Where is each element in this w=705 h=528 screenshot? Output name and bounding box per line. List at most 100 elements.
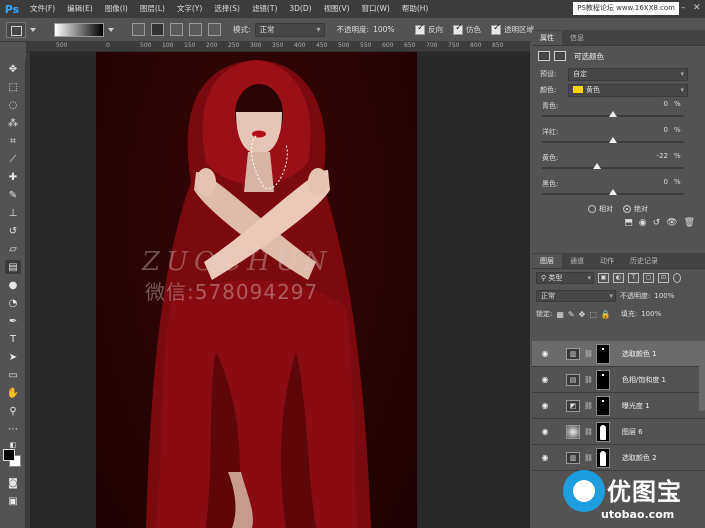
layer-mask-thumbnail[interactable] [595, 447, 610, 468]
pixel-filter-icon[interactable]: ▣ [598, 273, 609, 283]
crop-tool-icon[interactable]: ⌗ [5, 134, 21, 148]
adjustment-filter-icon[interactable]: ◐ [613, 273, 624, 283]
eye-icon[interactable]: ◉ [538, 375, 552, 384]
menu-3d[interactable]: 3D(D) [283, 0, 317, 18]
mode-select[interactable]: 正常 [254, 22, 325, 37]
dither-checkbox[interactable] [453, 23, 464, 35]
reverse-checkbox[interactable] [415, 23, 426, 35]
menu-image[interactable]: 图像(I) [99, 0, 134, 18]
foreground-color-swatch[interactable] [3, 449, 15, 461]
absolute-radio[interactable] [623, 205, 631, 213]
color-select[interactable]: 黄色 [568, 83, 688, 97]
more-tools-icon[interactable]: ⋯ [5, 422, 21, 436]
quick-selection-tool-icon[interactable]: ⁂ [5, 116, 21, 130]
lasso-tool-icon[interactable]: ◌ [5, 98, 21, 112]
minimize-icon[interactable]: – [681, 3, 689, 13]
layer-mask-thumbnail[interactable] [595, 343, 610, 364]
trash-icon[interactable]: 🗑 [684, 218, 695, 228]
lock-position-icon[interactable]: ✥ [579, 310, 586, 319]
layer-mask-thumbnail[interactable] [595, 369, 610, 390]
view-previous-icon[interactable]: ◉ [639, 218, 647, 228]
opacity-input[interactable]: 100% [373, 25, 405, 34]
layer-row[interactable]: ◉ ◩ ⛓ 曝光度 1 [532, 393, 705, 419]
rectangle-tool-icon[interactable]: ▭ [5, 368, 21, 382]
chevron-down-icon[interactable] [108, 27, 114, 32]
menu-filter[interactable]: 滤镜(T) [246, 0, 283, 18]
layer-name[interactable]: 选取颜色 1 [622, 349, 657, 359]
brush-tool-icon[interactable]: ✎ [5, 188, 21, 202]
relative-radio[interactable] [588, 205, 596, 213]
layers-scrollbar[interactable] [699, 351, 705, 411]
menu-select[interactable]: 选择(S) [208, 0, 246, 18]
angle-gradient-button[interactable] [170, 23, 183, 36]
layer-mask-thumbnail[interactable] [595, 421, 610, 442]
lock-artboard-icon[interactable]: ⬚ [589, 310, 597, 319]
eye-icon[interactable]: ◉ [538, 349, 552, 358]
healing-brush-tool-icon[interactable]: ✚ [5, 170, 21, 184]
lock-all-icon[interactable]: 🔒 [601, 310, 611, 319]
menu-help[interactable]: 帮助(H) [396, 0, 435, 18]
tab-actions[interactable]: 动作 [592, 254, 622, 268]
tab-layers[interactable]: 图层 [532, 254, 562, 268]
menu-type[interactable]: 文字(Y) [171, 0, 208, 18]
gradient-editor-swatch[interactable] [54, 22, 104, 37]
layer-name[interactable]: 曝光度 1 [622, 401, 650, 411]
tab-channels[interactable]: 通道 [562, 254, 592, 268]
radial-gradient-button[interactable] [151, 23, 164, 36]
layer-name[interactable]: 图层 6 [622, 427, 643, 437]
zoom-tool-icon[interactable]: ⚲ [5, 404, 21, 418]
layer-row[interactable]: ◉ ⛓ 图层 6 [532, 419, 705, 445]
move-tool-icon[interactable]: ✥ [5, 62, 21, 76]
layer-row[interactable]: ◉ ▥ ⛓ 选取颜色 1 [532, 341, 705, 367]
slider-thumb[interactable] [593, 163, 602, 169]
tab-info[interactable]: 信息 [562, 31, 592, 45]
eyedropper-tool-icon[interactable]: ⟋ [5, 152, 21, 166]
shape-filter-icon[interactable]: ▢ [643, 273, 654, 283]
slider-value[interactable]: 0 [640, 100, 668, 110]
hand-tool-icon[interactable]: ✋ [5, 386, 21, 400]
pen-tool-icon[interactable]: ✒ [5, 314, 21, 328]
lock-transparent-icon[interactable]: ▦ [556, 310, 564, 319]
slider-value[interactable]: 0 [640, 178, 668, 188]
slider-thumb[interactable] [609, 137, 617, 143]
diamond-gradient-button[interactable] [208, 23, 221, 36]
lock-pixels-icon[interactable]: ✎ [568, 310, 575, 319]
eraser-tool-icon[interactable]: ▱ [5, 242, 21, 256]
slider-value[interactable]: 0 [640, 126, 668, 136]
quick-mask-icon[interactable]: ◙ [5, 476, 21, 490]
fill-input[interactable]: 100% [641, 310, 661, 318]
slider-thumb[interactable] [609, 189, 617, 195]
reset-icon[interactable]: ↺ [653, 218, 661, 228]
eye-icon[interactable]: ◉ [538, 427, 552, 436]
clip-to-layer-icon[interactable]: ⬒ [624, 218, 633, 228]
type-tool-icon[interactable]: T [5, 332, 21, 346]
eye-icon[interactable]: ◉ [538, 453, 552, 462]
menu-edit[interactable]: 编辑(E) [61, 0, 99, 18]
type-filter-icon[interactable]: T [628, 273, 639, 283]
layer-name[interactable]: 色相/饱和度 1 [622, 375, 666, 385]
path-selection-tool-icon[interactable]: ➤ [5, 350, 21, 364]
close-icon[interactable]: ✕ [693, 3, 701, 13]
menu-window[interactable]: 窗口(W) [356, 0, 396, 18]
slider-thumb[interactable] [609, 111, 617, 117]
menu-layer[interactable]: 图层(L) [134, 0, 171, 18]
tool-preset-picker[interactable] [6, 21, 26, 38]
marquee-tool-icon[interactable]: ⬚ [5, 80, 21, 94]
layer-filter-select[interactable]: ⚲ 类型 [536, 272, 594, 284]
layer-opacity-input[interactable]: 100% [654, 292, 674, 300]
eye-icon[interactable]: ◉ [538, 401, 552, 410]
linear-gradient-button[interactable] [132, 23, 145, 36]
menu-file[interactable]: 文件(F) [24, 0, 61, 18]
layer-row[interactable]: ◉ ▤ ⛓ 色相/饱和度 1 [532, 367, 705, 393]
dodge-tool-icon[interactable]: ◔ [5, 296, 21, 310]
menu-view[interactable]: 视图(V) [318, 0, 356, 18]
gradient-tool-icon[interactable]: ▤ [5, 260, 21, 274]
smart-object-filter-icon[interactable]: ⊡ [658, 273, 669, 283]
slider-track[interactable] [542, 167, 684, 169]
preset-select[interactable]: 自定 [568, 67, 688, 81]
blur-tool-icon[interactable]: ● [5, 278, 21, 292]
blend-mode-select[interactable]: 正常 [536, 290, 616, 302]
tab-properties[interactable]: 属性 [532, 31, 562, 45]
layer-name[interactable]: 选取颜色 2 [622, 453, 657, 463]
visibility-icon[interactable]: 👁 [666, 218, 677, 228]
